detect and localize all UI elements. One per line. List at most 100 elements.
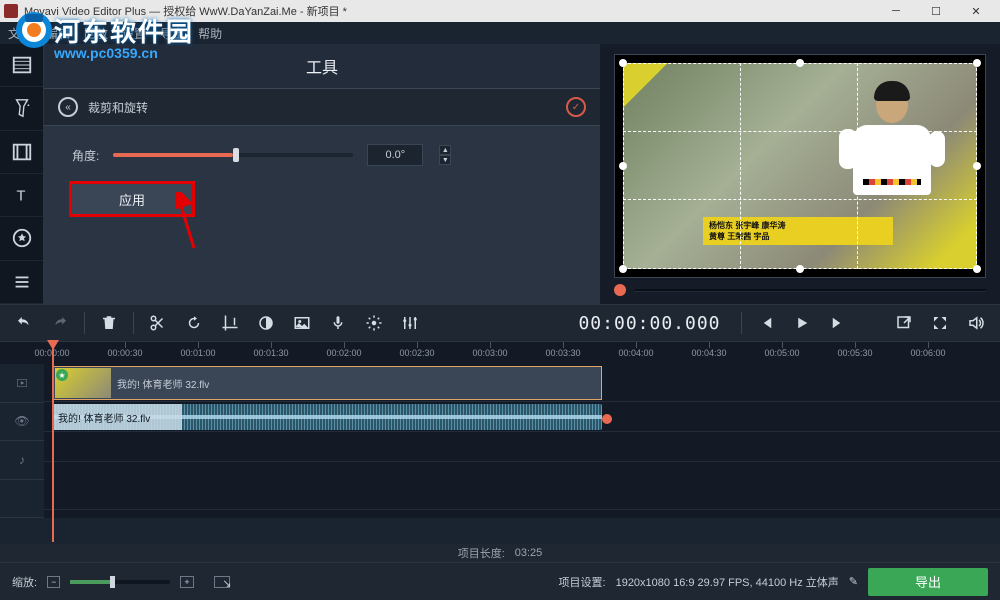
playbar-marker-icon[interactable] [614, 284, 626, 296]
timeline-ruler[interactable]: 00:00:0000:00:3000:01:0000:01:3000:02:00… [0, 342, 1000, 364]
menu-playback[interactable]: 回放 [84, 25, 108, 42]
delete-button[interactable] [93, 308, 125, 338]
menu-help[interactable]: 帮助 [198, 25, 222, 42]
next-frame-button[interactable] [822, 308, 854, 338]
project-settings-value: 1920x1080 16:9 29.97 FPS, 44100 Hz 立体声 [616, 574, 839, 590]
ruler-tick-label: 00:06:00 [910, 348, 945, 358]
ruler-tick-label: 00:01:30 [253, 348, 288, 358]
ruler-tick-label: 00:02:30 [399, 348, 434, 358]
ruler-tick-label: 00:03:30 [545, 348, 580, 358]
crop-handle-tr[interactable] [973, 59, 981, 67]
ruler-tick-label: 00:05:30 [837, 348, 872, 358]
crop-handle-bc[interactable] [796, 265, 804, 273]
ruler-tick-label: 00:04:30 [691, 348, 726, 358]
menu-export[interactable]: 导出 [160, 25, 184, 42]
project-settings-label: 项目设置: [559, 574, 606, 590]
crop-button[interactable] [214, 308, 246, 338]
preview-viewport[interactable]: 杨恺东 张宇峰 康华涛 黄尊 王荣茜 宇品 [614, 54, 986, 278]
undo-button[interactable] [8, 308, 40, 338]
angle-label: 角度: [72, 147, 99, 164]
split-button[interactable] [142, 308, 174, 338]
timeline-tracks: 👁 ♪ ★ 我的! 体育老师 32.flv 我的! 体育老师 32.flv [0, 364, 1000, 518]
redo-button[interactable] [44, 308, 76, 338]
audio-track[interactable] [44, 432, 1000, 462]
sidebar-more-icon[interactable] [0, 261, 43, 304]
ruler-tick-label: 00:00:30 [107, 348, 142, 358]
zoom-label: 缩放: [12, 574, 37, 590]
sidebar-filters-icon[interactable] [0, 87, 43, 130]
fit-zoom-button[interactable]: ↘ [214, 576, 230, 588]
fullscreen-button[interactable] [924, 308, 956, 338]
project-settings-edit-icon[interactable]: ✎ [849, 575, 858, 588]
rotate-button[interactable] [178, 308, 210, 338]
record-voice-button[interactable] [322, 308, 354, 338]
crop-grid[interactable] [623, 63, 977, 269]
image-button[interactable] [286, 308, 318, 338]
menu-file[interactable]: 文件 [8, 25, 32, 42]
detach-preview-button[interactable] [888, 308, 920, 338]
clip-properties-button[interactable] [358, 308, 390, 338]
prev-frame-button[interactable] [750, 308, 782, 338]
menu-settings[interactable]: 设置 [122, 25, 146, 42]
sidebar-titles-icon[interactable]: T [0, 174, 43, 217]
angle-spinner-down[interactable]: ▼ [439, 155, 451, 165]
zoom-in-button[interactable]: + [180, 576, 193, 588]
zoom-out-button[interactable]: − [47, 576, 60, 588]
sidebar-transitions-icon[interactable] [0, 131, 43, 174]
angle-slider-thumb[interactable] [233, 148, 239, 162]
audio-clip[interactable]: 我的! 体育老师 32.flv [52, 404, 602, 430]
app-logo-icon [4, 4, 18, 18]
crop-handle-bl[interactable] [619, 265, 627, 273]
track-label-audio-icon[interactable]: ♪ [0, 441, 44, 480]
crop-handle-tl[interactable] [619, 59, 627, 67]
track-label-video-icon[interactable] [0, 364, 44, 403]
ruler-tick-label: 00:02:00 [326, 348, 361, 358]
apply-button-label: 应用 [119, 190, 145, 209]
maximize-button[interactable]: ☐ [916, 0, 956, 22]
linked-audio-track[interactable]: 我的! 体育老师 32.flv [44, 402, 1000, 432]
tools-back-button[interactable]: « [58, 97, 78, 117]
audio-clip-end-handle[interactable] [602, 414, 612, 424]
preview-panel: 杨恺东 张宇峰 康华涛 黄尊 王荣茜 宇品 [600, 44, 1000, 304]
ruler-tick-label: 00:04:00 [618, 348, 653, 358]
sidebar-media-icon[interactable] [0, 44, 43, 87]
sidebar-stickers-icon[interactable] [0, 217, 43, 260]
track-label-extra[interactable] [0, 480, 44, 519]
ruler-tick-label: 00:03:00 [472, 348, 507, 358]
minimize-button[interactable]: ─ [876, 0, 916, 22]
apply-button[interactable]: 应用 [72, 184, 192, 214]
playbar-track[interactable] [634, 289, 986, 292]
crop-handle-br[interactable] [973, 265, 981, 273]
angle-slider[interactable] [113, 153, 353, 157]
volume-button[interactable] [960, 308, 992, 338]
video-clip[interactable]: ★ 我的! 体育老师 32.flv [52, 366, 602, 400]
close-button[interactable]: ✕ [956, 0, 996, 22]
color-adjust-button[interactable] [250, 308, 282, 338]
svg-text:T: T [16, 189, 25, 205]
tools-panel: 工具 « 裁剪和旋转 ✓ 角度: 0.0° ▲ ▼ 应用 [44, 44, 600, 304]
ruler-tick-label: 00:01:00 [180, 348, 215, 358]
crop-handle-tc[interactable] [796, 59, 804, 67]
clip-name: 我的! 体育老师 32.flv [117, 376, 209, 391]
playhead[interactable] [52, 342, 54, 542]
equalizer-button[interactable] [394, 308, 426, 338]
crop-handle-ml[interactable] [619, 162, 627, 170]
title-bar: Movavi Video Editor Plus — 授权给 WwW.DaYan… [0, 0, 1000, 22]
export-button[interactable]: 导出 [868, 568, 988, 596]
window-title: Movavi Video Editor Plus — 授权给 WwW.DaYan… [24, 3, 347, 19]
status-bar: 缩放: − + ↘ 项目设置: 1920x1080 16:9 29.97 FPS… [0, 562, 1000, 600]
angle-spinner-up[interactable]: ▲ [439, 145, 451, 155]
zoom-slider-thumb[interactable] [110, 576, 115, 588]
menu-bar: 文件 编辑 回放 设置 导出 帮助 [0, 22, 1000, 44]
menu-edit[interactable]: 编辑 [46, 25, 70, 42]
tools-confirm-button[interactable]: ✓ [566, 97, 586, 117]
empty-track[interactable] [44, 462, 1000, 510]
project-length-label: 项目长度: [458, 545, 505, 561]
zoom-slider[interactable] [70, 580, 170, 584]
video-track[interactable]: ★ 我的! 体育老师 32.flv [44, 364, 1000, 402]
track-label-linked-audio-icon[interactable]: 👁 [0, 403, 44, 442]
play-button[interactable] [786, 308, 818, 338]
crop-handle-mr[interactable] [973, 162, 981, 170]
angle-value-field[interactable]: 0.0° [367, 144, 423, 166]
clip-star-icon: ★ [56, 369, 68, 381]
